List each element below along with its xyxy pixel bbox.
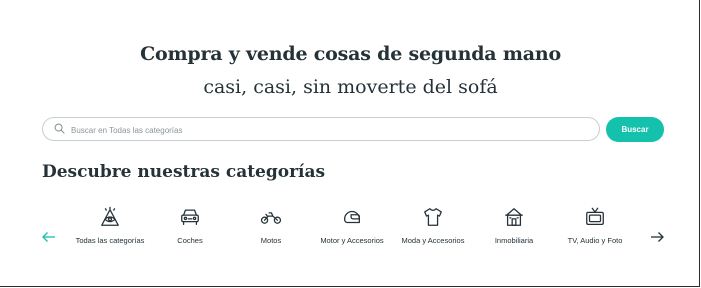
hero-title: Compra y vende cosas de segunda mano	[140, 43, 561, 65]
category-motorbikes[interactable]: Motos	[231, 206, 311, 246]
carousel-prev-button[interactable]	[41, 229, 57, 245]
house-icon	[503, 206, 525, 228]
category-label: Coches	[177, 236, 203, 245]
carousel-next-button[interactable]	[649, 229, 665, 245]
search-input[interactable]	[69, 120, 593, 140]
category-motor-accessories[interactable]: Motor y Accesorios	[312, 206, 392, 246]
category-tv-audio-photo[interactable]: TV, Audio y Foto	[555, 206, 635, 246]
hero-subtitle: casi, casi, sin moverte del sofá	[203, 76, 498, 98]
category-label: TV, Audio y Foto	[567, 236, 623, 245]
arrow-left-icon	[42, 232, 55, 242]
all-categories-icon	[99, 206, 121, 228]
category-all[interactable]: Todas las categorías	[70, 206, 150, 246]
search-bar[interactable]	[42, 117, 600, 141]
arrow-right-icon	[651, 232, 664, 242]
category-label: Todas las categorías	[75, 236, 145, 245]
category-label: Motor y Accesorios	[320, 236, 384, 245]
motorbike-icon	[260, 206, 282, 228]
helmet-icon	[341, 206, 363, 228]
search-button[interactable]: Buscar	[606, 117, 664, 142]
category-real-estate[interactable]: Inmobiliaria	[474, 206, 554, 246]
tshirt-icon	[422, 206, 444, 228]
category-label: Motos	[260, 236, 282, 245]
categories-title: Descubre nuestras categorías	[42, 162, 326, 182]
category-label: Moda y Accesorios	[401, 236, 465, 245]
search-icon	[54, 123, 65, 134]
category-fashion[interactable]: Moda y Accesorios	[393, 206, 473, 246]
tv-icon	[584, 206, 606, 228]
category-cars[interactable]: Coches	[150, 206, 230, 246]
car-icon	[179, 206, 201, 228]
category-label: Inmobiliaria	[494, 236, 534, 245]
